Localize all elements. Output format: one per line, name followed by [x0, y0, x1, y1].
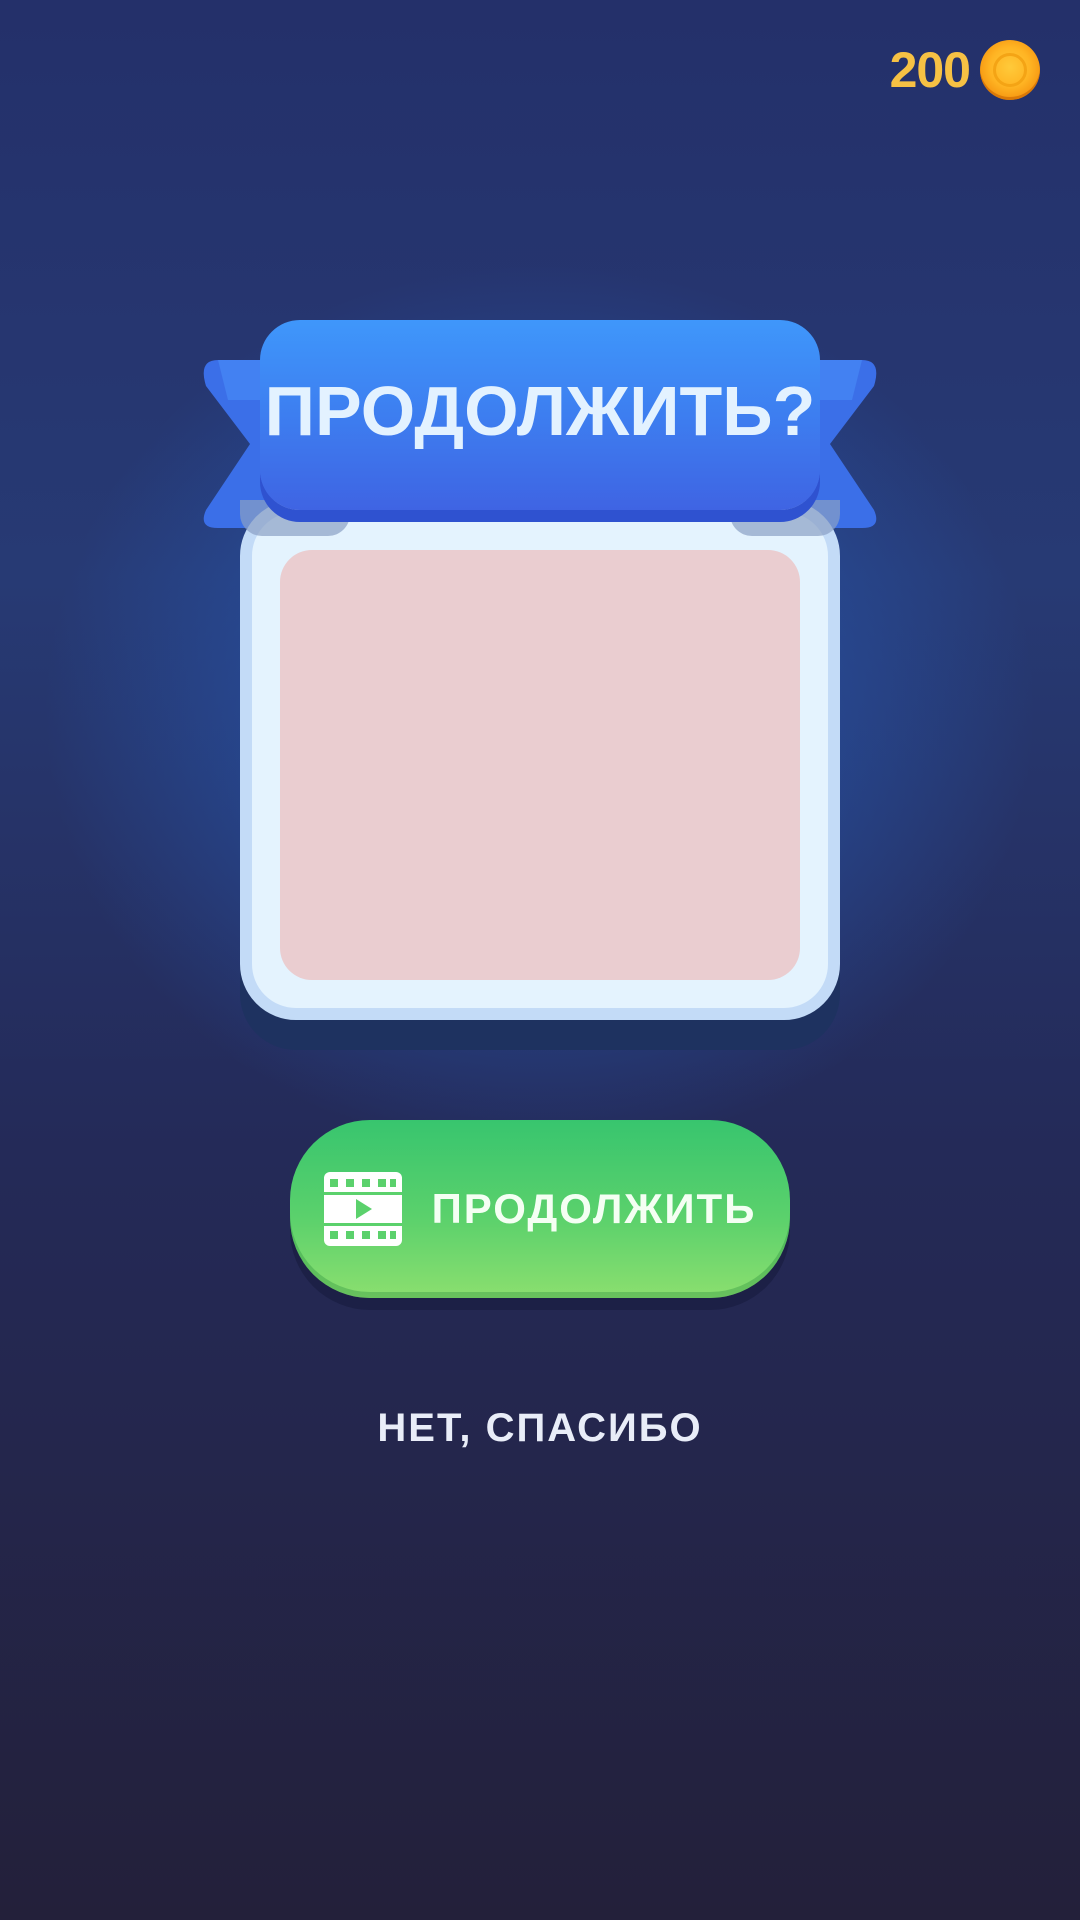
- continue-button[interactable]: ПРОДОЛЖИТЬ: [290, 1120, 790, 1298]
- coin-counter: 200: [890, 40, 1040, 100]
- title-ribbon: ПРОДОЛЖИТЬ?: [260, 320, 820, 510]
- preview-area: [280, 550, 800, 980]
- continue-button-label: ПРОДОЛЖИТЬ: [431, 1185, 757, 1232]
- coin-count: 200: [889, 42, 971, 98]
- no-thanks-button[interactable]: НЕТ, СПАСИБО: [340, 1398, 740, 1458]
- coin-icon: [980, 40, 1040, 100]
- dialog-title: ПРОДОЛЖИТЬ?: [264, 372, 816, 450]
- video-ad-icon: [323, 1172, 402, 1246]
